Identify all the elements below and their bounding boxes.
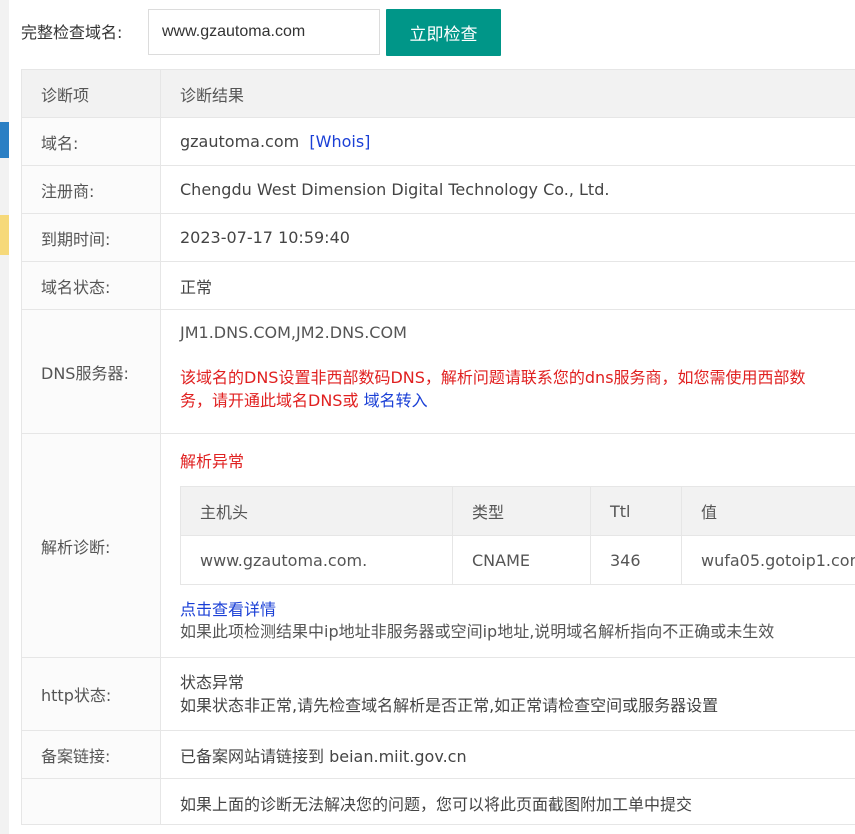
registrar-value: Chengdu West Dimension Digital Technolog… xyxy=(160,165,855,214)
dns-value-cell: JM1.DNS.COM,JM2.DNS.COM 该域名的DNS设置非西部数码DN… xyxy=(160,309,855,434)
resolve-value-cell: 解析异常 主机头 类型 Ttl 值 www.gzautoma.com. CNAM… xyxy=(160,433,855,658)
domain-transfer-link[interactable]: 域名转入 xyxy=(364,391,428,410)
header-result: 诊断结果 xyxy=(160,69,855,118)
table-header-row: 诊断项 诊断结果 xyxy=(21,69,855,118)
diagnosis-table: 诊断项 诊断结果 域名: gzautoma.com [Whois] 注册商: C… xyxy=(21,69,855,825)
record-type: CNAME xyxy=(452,535,591,585)
record-header-row: 主机头 类型 Ttl 值 xyxy=(180,486,855,536)
col-type: 类型 xyxy=(452,486,591,536)
http-label: http状态: xyxy=(21,657,161,731)
http-status: 状态异常 xyxy=(180,673,245,692)
domain-label: 域名: xyxy=(21,117,161,166)
expiry-value: 2023-07-17 10:59:40 xyxy=(160,213,855,262)
status-value: 正常 xyxy=(160,261,855,310)
footer-label-empty xyxy=(21,778,161,825)
status-label: 域名状态: xyxy=(21,261,161,310)
footer-row: 如果上面的诊断无法解决您的问题，您可以将此页面截图附加工单中提交 xyxy=(21,778,855,825)
col-ttl: Ttl xyxy=(590,486,682,536)
col-value: 值 xyxy=(681,486,855,536)
whois-bracket-close: ] xyxy=(364,132,371,151)
query-label: 完整检查域名: xyxy=(21,23,123,42)
dns-warning: 该域名的DNS设置非西部数码DNS，解析问题请联系您的dns服务商，如您需使用西… xyxy=(180,366,855,412)
domain-value-cell: gzautoma.com [Whois] xyxy=(160,117,855,166)
domain-check-panel: 完整检查域名: 立即检查 诊断项 诊断结果 域名: gzautoma.com [… xyxy=(0,0,855,834)
record-host: www.gzautoma.com. xyxy=(180,535,453,585)
domain-value: gzautoma.com xyxy=(180,132,300,151)
domain-input[interactable] xyxy=(148,9,380,55)
dns-warning-line1: 该域名的DNS设置非西部数码DNS，解析问题请联系您的dns服务商，如您需使用西… xyxy=(180,368,806,387)
dns-warning-line2: 务，请 xyxy=(180,391,229,410)
dns-label: DNS服务器: xyxy=(21,309,161,434)
beian-value: 已备案网站请链接到 beian.miit.gov.cn xyxy=(160,730,855,779)
expiry-row: 到期时间: 2023-07-17 10:59:40 xyxy=(21,213,855,262)
resolve-row: 解析诊断: 解析异常 主机头 类型 Ttl 值 www.gzautoma.com… xyxy=(21,433,855,658)
registrar-label: 注册商: xyxy=(21,165,161,214)
open-dns-link[interactable]: 开通此域名DNS xyxy=(228,391,342,410)
record-value: wufa05.gotoip1.com xyxy=(681,535,855,585)
whois-link[interactable]: Whois xyxy=(316,132,365,151)
resolve-note: 如果此项检测结果中ip地址非服务器或空间ip地址,说明域名解析指向不正确或未生效 xyxy=(180,622,775,641)
http-note: 如果状态非正常,请先检查域名解析是否正常,如正常请检查空间或服务器设置 xyxy=(180,696,719,715)
http-row: http状态: 状态异常 如果状态非正常,请先检查域名解析是否正常,如正常请检查… xyxy=(21,657,855,731)
status-row: 域名状态: 正常 xyxy=(21,261,855,310)
domain-row: 域名: gzautoma.com [Whois] xyxy=(21,117,855,166)
background-page-edge xyxy=(0,0,9,834)
col-host: 主机头 xyxy=(180,486,453,536)
resolve-status: 解析异常 xyxy=(180,452,245,471)
dns-or: 或 xyxy=(342,391,359,410)
registrar-row: 注册商: Chengdu West Dimension Digital Tech… xyxy=(21,165,855,214)
record-ttl: 346 xyxy=(590,535,682,585)
dns-record-table: 主机头 类型 Ttl 值 www.gzautoma.com. CNAME 346… xyxy=(180,486,855,585)
expiry-label: 到期时间: xyxy=(21,213,161,262)
beian-row: 备案链接: 已备案网站请链接到 beian.miit.gov.cn xyxy=(21,730,855,779)
http-value-cell: 状态异常 如果状态非正常,请先检查域名解析是否正常,如正常请检查空间或服务器设置 xyxy=(160,657,855,731)
footer-note: 如果上面的诊断无法解决您的问题，您可以将此页面截图附加工单中提交 xyxy=(160,778,855,825)
dns-row: DNS服务器: JM1.DNS.COM,JM2.DNS.COM 该域名的DNS设… xyxy=(21,309,855,434)
view-details-link[interactable]: 点击查看详情 xyxy=(180,599,855,621)
check-now-button[interactable]: 立即检查 xyxy=(386,9,501,56)
dns-servers: JM1.DNS.COM,JM2.DNS.COM xyxy=(180,323,407,342)
resolve-label: 解析诊断: xyxy=(21,433,161,658)
header-item: 诊断项 xyxy=(21,69,161,118)
table-row: www.gzautoma.com. CNAME 346 wufa05.gotoi… xyxy=(180,535,855,585)
beian-label: 备案链接: xyxy=(21,730,161,779)
